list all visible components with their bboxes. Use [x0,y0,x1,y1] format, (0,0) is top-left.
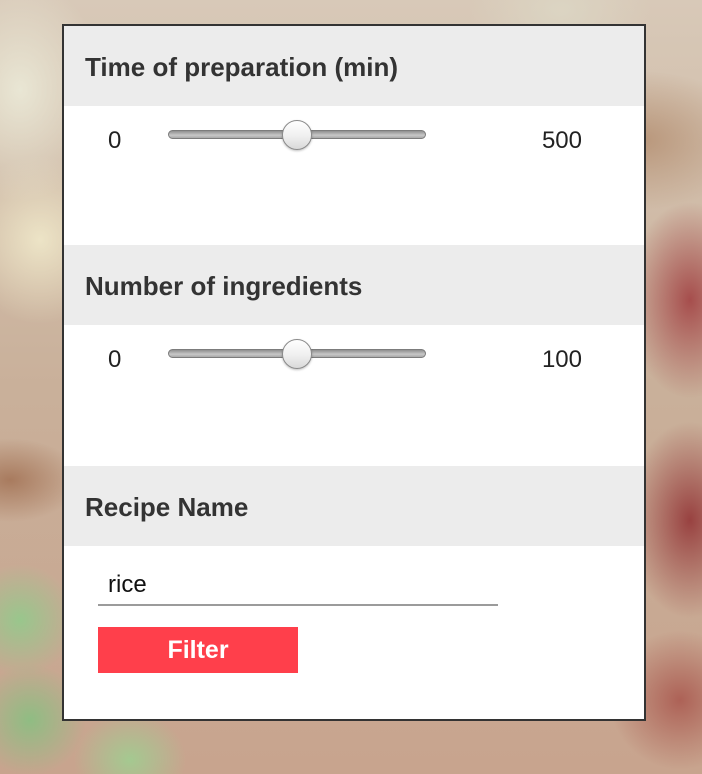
prep-time-title: Time of preparation (min) [85,52,398,82]
prep-time-min-label: 0 [108,127,122,154]
recipe-name-header: Recipe Name [64,466,644,546]
filter-panel: Time of preparation (min) 0 500 Number o… [62,24,646,721]
ingredients-min-label: 0 [108,346,122,373]
recipe-name-filter: Recipe Name Filter [64,466,644,721]
ingredients-max-label: 100 [541,346,582,373]
prep-time-max-label: 500 [541,127,582,154]
ingredients-header: Number of ingredients [64,245,644,325]
prep-time-header: Time of preparation (min) [64,26,644,106]
filter-button[interactable]: Filter [98,627,298,673]
prep-time-slider-thumb[interactable] [282,120,312,150]
prep-time-filter: Time of preparation (min) 0 500 [64,26,644,247]
ingredients-title: Number of ingredients [85,271,363,301]
ingredients-slider-thumb[interactable] [282,339,312,369]
recipe-name-title: Recipe Name [85,492,249,522]
ingredients-filter: Number of ingredients 0 100 [64,245,644,468]
recipe-name-input[interactable] [98,566,498,606]
